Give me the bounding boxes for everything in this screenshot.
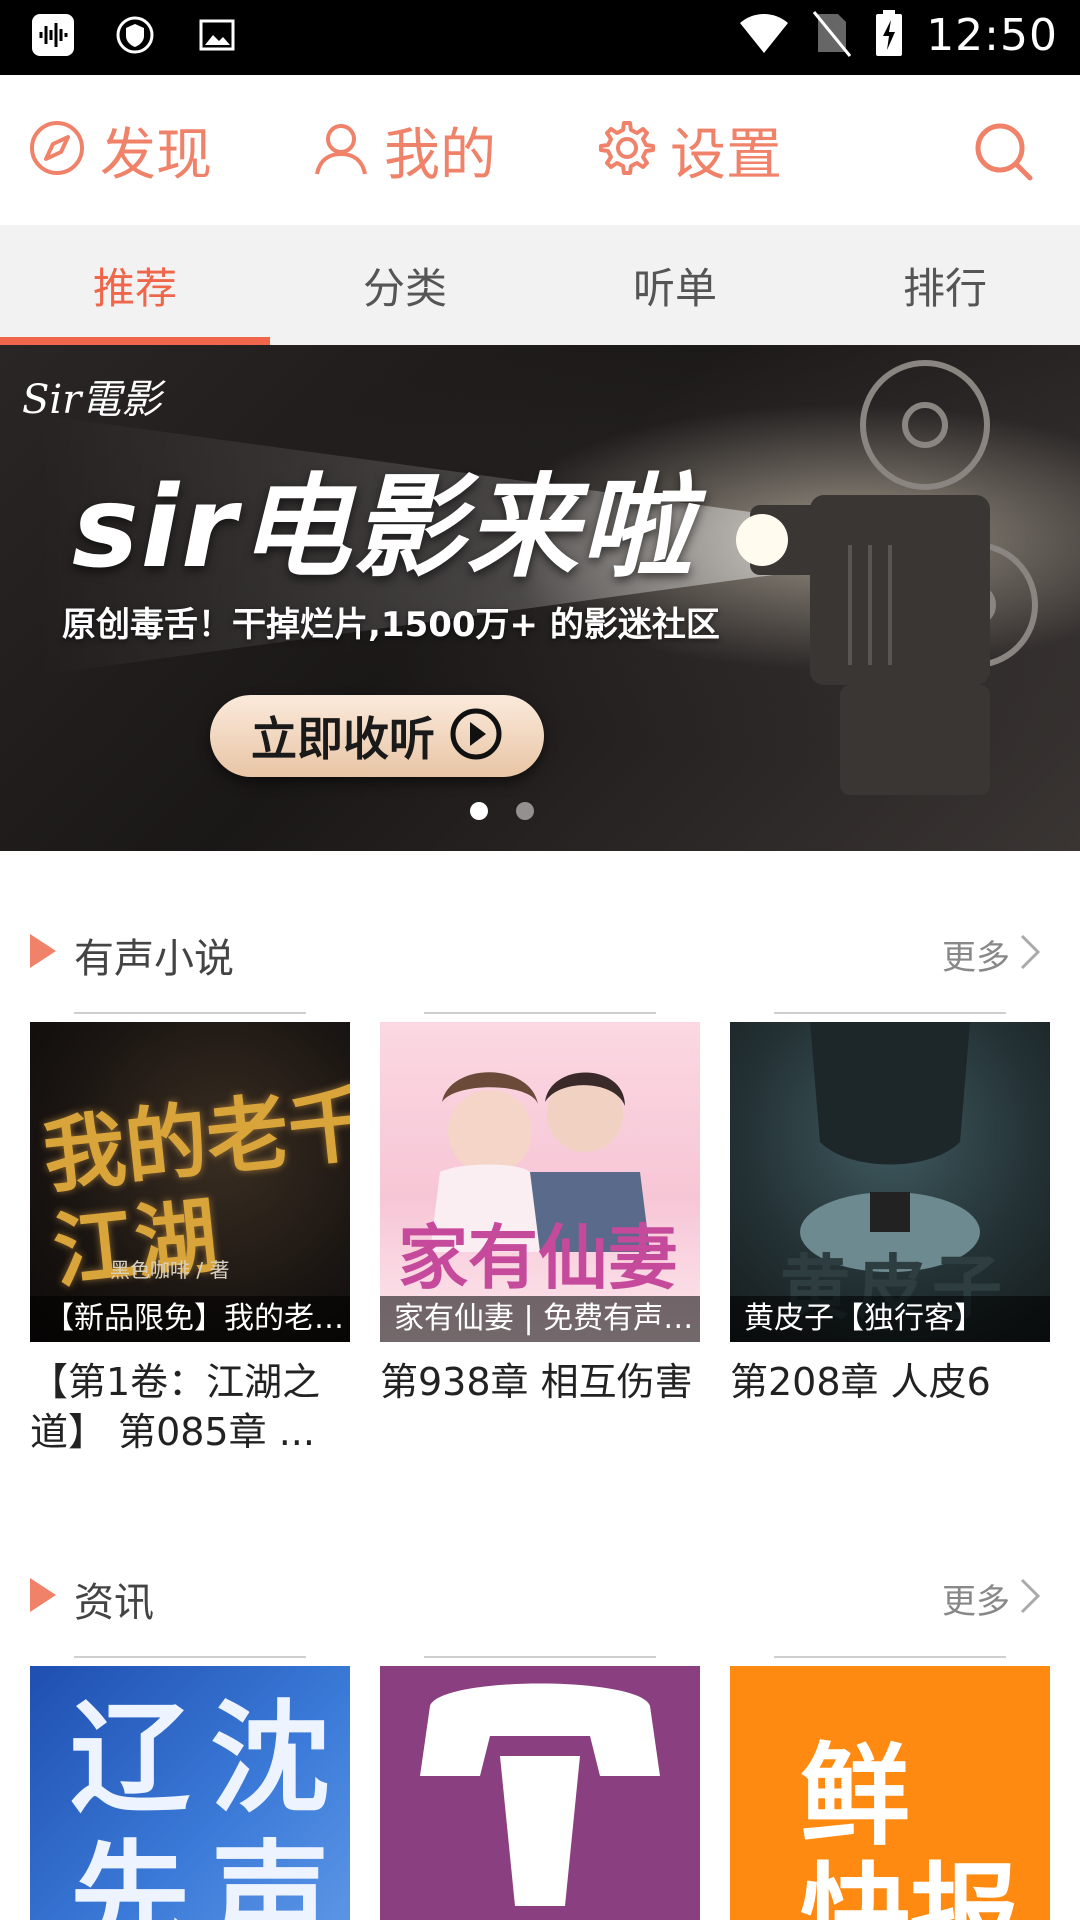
book-cover: 我的老千 江湖 黑色咖啡 / 著 【新品限免】我的老千江湖 xyxy=(30,1022,350,1342)
search-icon xyxy=(972,123,1036,188)
play-icon xyxy=(449,707,503,765)
list-item[interactable]: 鲜 快报 xyxy=(730,1656,1050,1920)
episode-title: 【第1卷：江湖之道】 第085章 ... xyxy=(30,1360,321,1454)
wifi-icon xyxy=(738,11,790,59)
top-navigation: 发现 我的 设置 xyxy=(0,75,1080,225)
no-sim-icon xyxy=(812,8,852,62)
nav-mine-label: 我的 xyxy=(384,122,496,188)
search-button[interactable] xyxy=(972,120,1036,184)
microphone-logo-icon xyxy=(420,1683,660,1906)
book-cover: 黄皮子 黄皮子【独行客】 xyxy=(730,1022,1050,1342)
section-title: 有声小说 xyxy=(74,936,234,982)
status-bar-left-icons xyxy=(30,12,240,58)
banner-pagination xyxy=(470,802,534,820)
audio-wave-icon xyxy=(30,12,76,58)
section-title: 资讯 xyxy=(74,1580,154,1626)
banner-title: sir电影来啦 xyxy=(72,463,695,593)
book-cover: 家有仙妻 家有仙妻 | 免费有声小说 xyxy=(380,1022,700,1342)
nav-discover-label: 发现 xyxy=(100,122,212,188)
cover-author: 黑色咖啡 / 著 xyxy=(110,1258,230,1282)
list-item[interactable] xyxy=(380,1656,700,1920)
active-tab-indicator xyxy=(0,337,270,345)
nav-settings-label: 设置 xyxy=(670,122,782,188)
tab-bar: 推荐 分类 听单 排行 xyxy=(0,225,1080,345)
cover-title: 家有仙妻 xyxy=(398,1216,678,1299)
image-icon xyxy=(194,12,240,58)
news-cover xyxy=(380,1666,700,1920)
clock: 12:50 xyxy=(926,9,1058,61)
status-bar-right: 12:50 xyxy=(738,8,1058,62)
section-header-news: 资讯 更多 xyxy=(0,1556,1080,1636)
cover-title: 辽沈 先声 xyxy=(70,1690,350,1920)
tab-ranking[interactable]: 排行 xyxy=(810,225,1080,345)
listen-now-button[interactable]: 立即收听 xyxy=(210,695,544,777)
banner-dot-1[interactable] xyxy=(470,802,488,820)
tab-recommend[interactable]: 推荐 xyxy=(0,225,270,345)
cover-title: 鲜 快报 xyxy=(800,1732,1020,1920)
episode-title: 第208章 人皮6 xyxy=(730,1360,991,1404)
tab-category[interactable]: 分类 xyxy=(270,225,540,345)
news-cover: 辽沈 先声 xyxy=(30,1666,350,1920)
nav-mine[interactable]: 我的 xyxy=(312,75,496,225)
compass-icon xyxy=(28,119,86,181)
banner-subtitle: 原创毒舌！干掉烂片,1500万+ 的影迷社区 xyxy=(62,605,720,645)
chevron-right-icon[interactable] xyxy=(1012,1576,1048,1616)
more-link[interactable]: 更多 xyxy=(942,1574,1010,1623)
section-marker-icon xyxy=(30,934,56,968)
vpn-shield-icon xyxy=(112,12,158,58)
news-cover: 鲜 快报 xyxy=(730,1666,1050,1920)
list-item[interactable]: 辽沈 先声 xyxy=(30,1656,350,1920)
banner-logo: Sir電影 xyxy=(22,377,162,423)
banner-dot-2[interactable] xyxy=(516,802,534,820)
status-bar: 12:50 xyxy=(0,0,1080,75)
film-projector-illustration xyxy=(736,360,1038,795)
nav-settings[interactable]: 设置 xyxy=(598,75,782,225)
gear-icon xyxy=(598,119,656,181)
episode-title: 第938章 相互伤害 xyxy=(380,1360,693,1404)
chevron-right-icon[interactable] xyxy=(1012,932,1048,972)
user-icon xyxy=(312,119,370,181)
listen-now-label: 立即收听 xyxy=(251,712,435,766)
cover-caption: 【新品限免】我的老千江湖 xyxy=(30,1296,350,1342)
section-marker-icon xyxy=(30,1578,56,1612)
promo-banner[interactable]: Sir電影 sir电影来啦 原创毒舌！干掉烂片,1500万+ 的影迷社区 立即收… xyxy=(0,345,1080,851)
cover-caption: 黄皮子【独行客】 xyxy=(730,1296,1050,1342)
more-link[interactable]: 更多 xyxy=(942,930,1010,979)
battery-charging-icon xyxy=(874,8,904,62)
tab-playlist[interactable]: 听单 xyxy=(540,225,810,345)
cover-caption: 家有仙妻 | 免费有声小说 xyxy=(380,1296,700,1342)
section-header-audio-novels: 有声小说 更多 xyxy=(0,912,1080,992)
nav-discover[interactable]: 发现 xyxy=(28,75,212,225)
